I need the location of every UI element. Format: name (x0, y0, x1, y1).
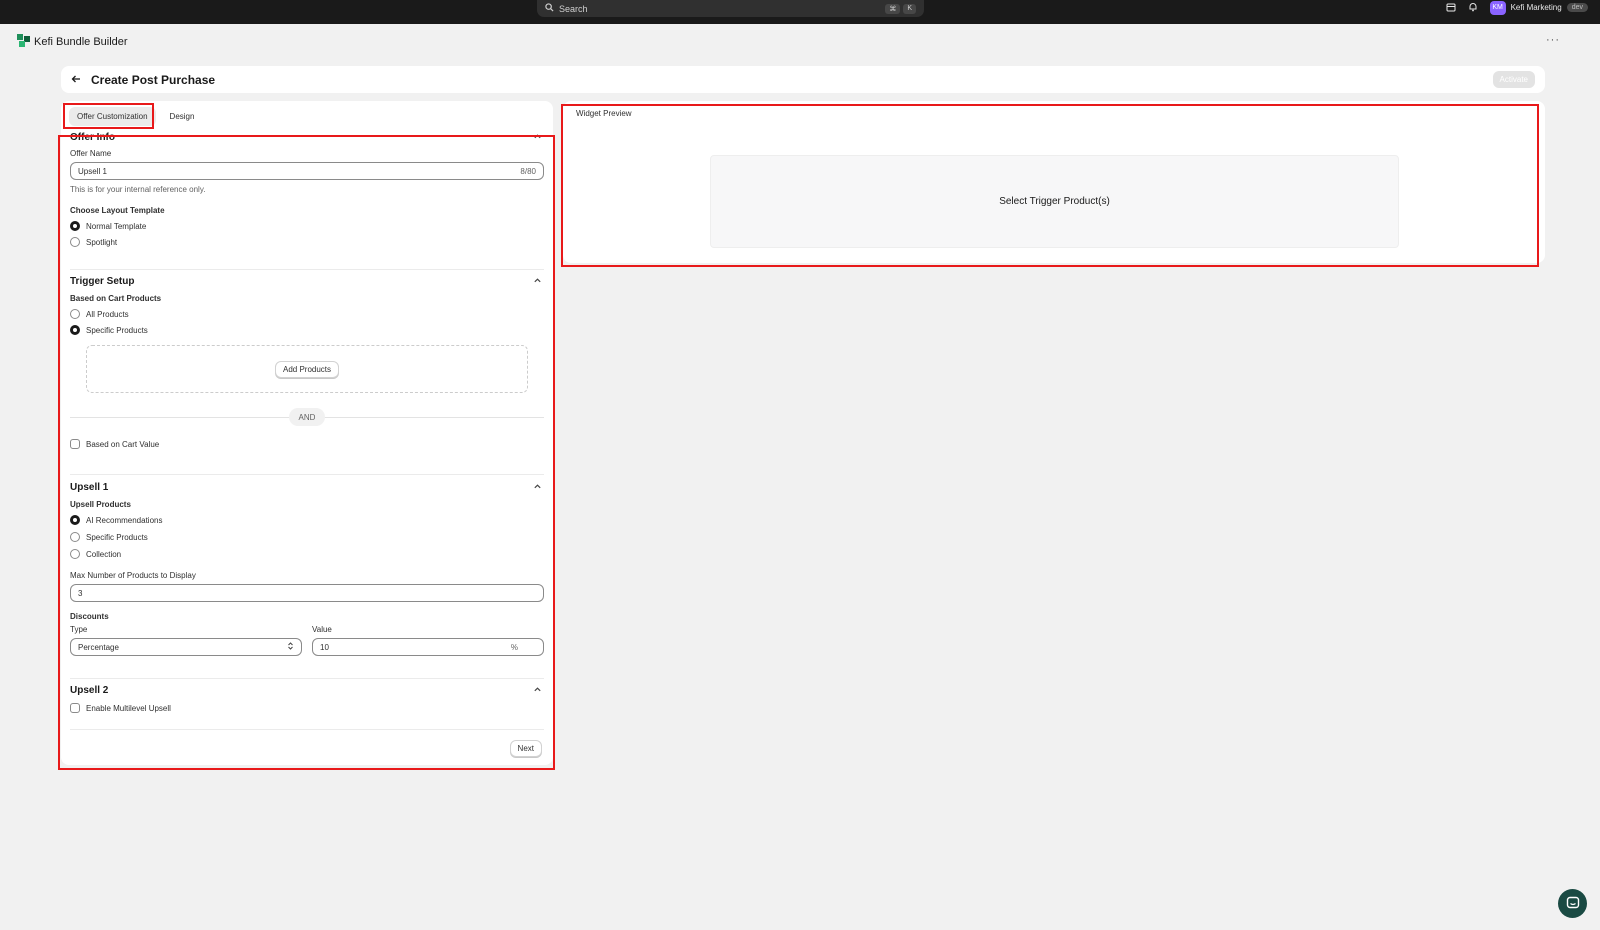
upsell-products-label: Upsell Products (70, 500, 131, 509)
radio-label: Specific Products (86, 325, 148, 335)
offer-name-value: Upsell 1 (78, 166, 107, 176)
offer-form-card: Offer Customization Design Offer Info Of… (61, 101, 553, 765)
store-name: Kefi Marketing (1510, 3, 1562, 12)
chat-button[interactable] (1558, 889, 1587, 918)
page-header: Create Post Purchase Activate (61, 66, 1545, 93)
store-badge: dev (1566, 3, 1588, 12)
radio-control[interactable] (70, 532, 80, 542)
page-title: Create Post Purchase (91, 72, 216, 87)
radio-control[interactable] (70, 549, 80, 559)
next-button[interactable]: Next (509, 740, 542, 757)
radio-label: Normal Template (86, 221, 147, 231)
section-divider (70, 678, 544, 679)
radio-label: All Products (86, 309, 129, 319)
upsell-1-title: Upsell 1 (70, 482, 109, 493)
radio-control[interactable] (70, 325, 80, 335)
offer-name-label: Offer Name (70, 149, 112, 158)
radio-label: Spotlight (86, 237, 118, 247)
upsell-2-section: Upsell 2 Enable Multilevel Upsell (70, 685, 544, 716)
select-arrows-icon (287, 641, 294, 653)
and-separator: AND (70, 408, 544, 426)
radio-control[interactable] (70, 309, 80, 319)
add-products-button[interactable]: Add Products (274, 360, 340, 378)
radio-label: Specific Products (86, 532, 148, 542)
chat-icon (1566, 896, 1580, 912)
avatar: KM (1489, 0, 1506, 15)
tab-design[interactable]: Design (162, 107, 203, 126)
offer-info-title: Offer Info (70, 132, 115, 143)
discount-type-select[interactable]: Percentage (70, 638, 302, 656)
chevron-up-icon[interactable] (533, 482, 542, 493)
radio-label: Collection (86, 549, 122, 559)
section-divider (70, 269, 544, 270)
discount-value-suffix: % (510, 642, 518, 652)
app-name: Kefi Bundle Builder (34, 36, 128, 48)
trigger-setup-section: Trigger Setup Based on Cart Products All… (70, 276, 544, 452)
activate-button[interactable]: Activate (1492, 71, 1535, 88)
discount-type-label: Type (70, 625, 88, 634)
store-icon[interactable] (1446, 2, 1456, 14)
discount-value-label: Value (312, 625, 332, 634)
cart-value-checkbox-row[interactable]: Based on Cart Value (70, 436, 544, 452)
cart-value-checkbox[interactable] (70, 439, 80, 449)
upsell-1-section: Upsell 1 Upsell Products AI Recommendati… (70, 482, 544, 656)
tab-bar: Offer Customization Design (69, 107, 202, 126)
widget-preview-card: Widget Preview Select Trigger Product(s) (563, 101, 1545, 263)
offer-name-input[interactable]: Upsell 1 8/80 (70, 162, 544, 180)
radio-specific-products[interactable]: Specific Products (70, 322, 544, 338)
preview-placeholder-text: Select Trigger Product(s) (999, 196, 1110, 207)
radio-all-products[interactable]: All Products (70, 306, 544, 322)
app-logo-icon (17, 34, 30, 50)
trigger-setup-title: Trigger Setup (70, 276, 135, 287)
multilevel-checkbox[interactable] (70, 703, 80, 713)
shortcut-key-k: K (903, 3, 916, 14)
discounts-label: Discounts (70, 612, 109, 621)
search-placeholder: Search (559, 3, 588, 14)
shortcut-key-cmd: ⌘ (885, 3, 901, 14)
layout-template-label: Choose Layout Template (70, 206, 165, 215)
discount-value-input[interactable]: 10 % (312, 638, 544, 656)
multilevel-label: Enable Multilevel Upsell (86, 703, 171, 713)
widget-preview-placeholder: Select Trigger Product(s) (710, 155, 1399, 248)
store-menu[interactable]: KM Kefi Marketing dev (1489, 0, 1588, 15)
radio-ai-recommendations[interactable]: AI Recommendations (70, 512, 544, 528)
radio-control[interactable] (70, 221, 80, 231)
max-products-label: Max Number of Products to Display (70, 571, 196, 580)
search-icon (545, 3, 554, 14)
bell-icon[interactable] (1468, 2, 1478, 14)
max-products-value: 3 (78, 588, 83, 598)
max-products-input[interactable]: 3 (70, 584, 544, 602)
discount-type-value: Percentage (78, 642, 119, 652)
cart-value-label: Based on Cart Value (86, 439, 160, 449)
back-arrow-icon[interactable] (71, 74, 81, 86)
radio-collection[interactable]: Collection (70, 546, 544, 562)
section-divider (70, 729, 544, 730)
upsell-2-title: Upsell 2 (70, 685, 109, 696)
radio-normal-template[interactable]: Normal Template (70, 218, 544, 234)
cart-products-label: Based on Cart Products (70, 294, 162, 303)
discount-value: 10 (320, 642, 329, 652)
chevron-up-icon[interactable] (533, 276, 542, 287)
tab-offer-customization[interactable]: Offer Customization (69, 107, 156, 126)
radio-specific-products[interactable]: Specific Products (70, 529, 544, 545)
offer-name-counter: 8/80 (520, 166, 536, 176)
chevron-up-icon[interactable] (533, 132, 542, 143)
offer-info-section: Offer Info Offer Name Upsell 1 8/80 This… (70, 132, 544, 250)
and-label: AND (289, 408, 325, 426)
more-actions-button[interactable]: ··· (1546, 34, 1560, 46)
app-title-bar: Kefi Bundle Builder (17, 34, 128, 50)
radio-label: AI Recommendations (86, 515, 163, 525)
section-divider (70, 474, 544, 475)
search-bar[interactable]: Search ⌘ K (537, 0, 924, 17)
chevron-up-icon[interactable] (533, 685, 542, 696)
radio-control[interactable] (70, 515, 80, 525)
product-dropzone: Add Products (86, 345, 528, 393)
search-shortcut: ⌘ K (885, 3, 916, 14)
offer-name-hint: This is for your internal reference only… (70, 185, 206, 194)
admin-topbar: Search ⌘ K KM Kefi Marketing dev (0, 0, 1600, 24)
widget-preview-label: Widget Preview (576, 109, 632, 118)
multilevel-checkbox-row[interactable]: Enable Multilevel Upsell (70, 700, 544, 716)
radio-spotlight[interactable]: Spotlight (70, 234, 544, 250)
radio-control[interactable] (70, 237, 80, 247)
